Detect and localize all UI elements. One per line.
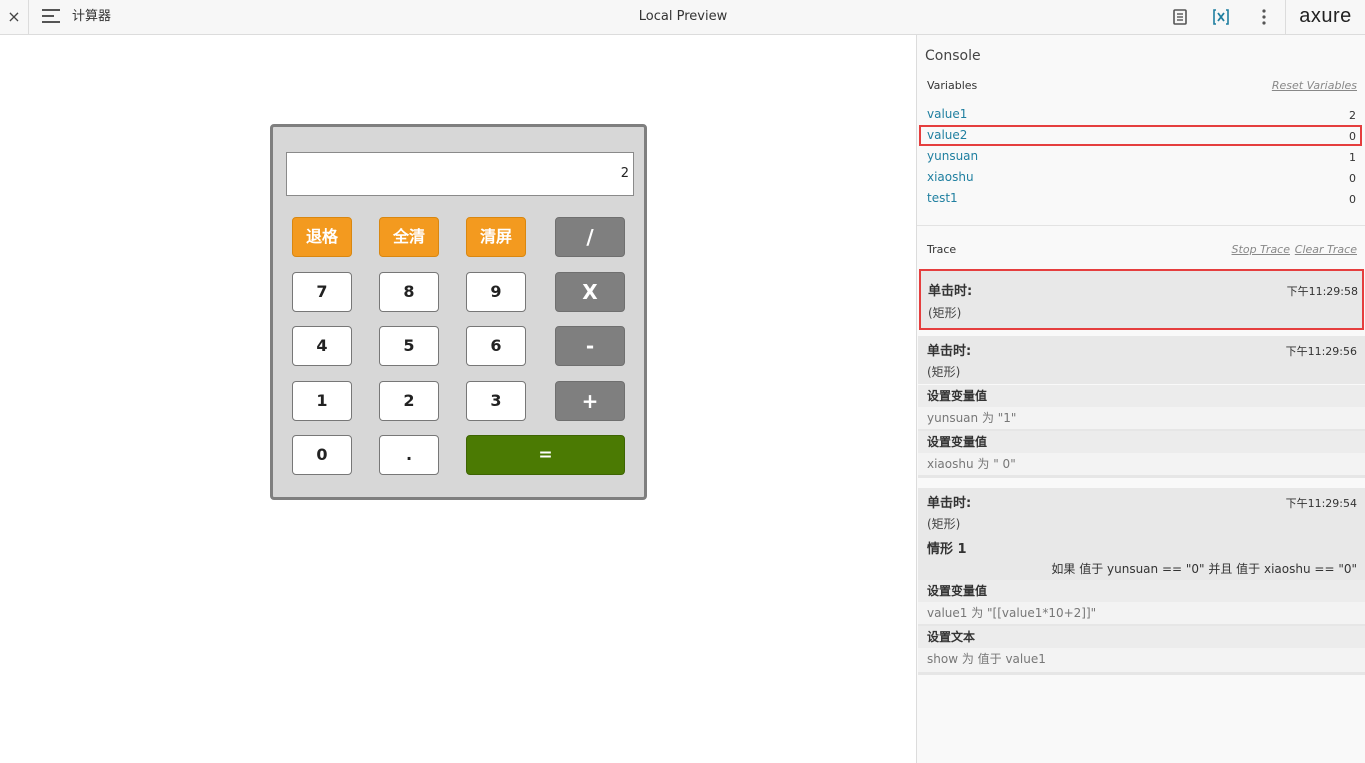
variable-row: value1 2	[919, 104, 1362, 125]
menu-icon[interactable]	[42, 9, 60, 25]
variables-label: Variables	[927, 79, 978, 92]
variable-value: 1	[1349, 151, 1356, 164]
divide-key[interactable]: /	[555, 217, 625, 257]
key-4[interactable]: 4	[292, 326, 352, 366]
more-icon[interactable]	[1254, 7, 1274, 27]
key-6[interactable]: 6	[466, 326, 526, 366]
trace-case: 情形 1	[927, 542, 967, 557]
variable-name: yunsuan	[927, 149, 979, 163]
variables-icon[interactable]	[1211, 7, 1231, 27]
calculator-display: 2	[286, 152, 634, 196]
notes-icon[interactable]	[1170, 7, 1190, 27]
trace-action-title: 设置变量值	[918, 385, 1365, 407]
trace-label: Trace	[927, 243, 957, 256]
page-name[interactable]: 计算器	[72, 0, 111, 34]
close-icon[interactable]: ×	[0, 0, 29, 34]
variable-name: test1	[927, 191, 958, 205]
key-0[interactable]: 0	[292, 435, 352, 475]
key-5[interactable]: 5	[379, 326, 439, 366]
preview-title: Local Preview	[638, 9, 728, 24]
reset-variables-link[interactable]: Reset Variables	[1272, 79, 1357, 92]
divider	[917, 225, 1365, 226]
trace-event: 单击时:	[927, 496, 972, 511]
variable-value: 0	[1349, 172, 1356, 185]
plus-key[interactable]: +	[555, 381, 625, 421]
trace-condition: 如果 值于 yunsuan == "0" 并且 值于 xiaoshu == "0…	[1051, 562, 1357, 576]
trace-action-title: 设置变量值	[918, 580, 1365, 602]
clear-trace-link[interactable]: Clear Trace	[1295, 243, 1357, 256]
stop-trace-link[interactable]: Stop Trace	[1232, 243, 1290, 256]
console-title: Console	[925, 48, 981, 64]
variable-value: 0	[1349, 193, 1356, 206]
key-9[interactable]: 9	[466, 272, 526, 312]
trace-action-title: 设置文本	[918, 626, 1365, 648]
clear-all-key[interactable]: 全清	[379, 217, 439, 257]
variable-row-highlighted: value2 0	[919, 125, 1362, 146]
trace-event: 单击时:	[928, 284, 973, 299]
multiply-key[interactable]: X	[555, 272, 625, 312]
top-bar: × 计算器 Local Preview axure	[0, 0, 1365, 35]
trace-event: 单击时:	[927, 344, 972, 359]
key-1[interactable]: 1	[292, 381, 352, 421]
variable-name: xiaoshu	[927, 170, 974, 184]
trace-target: (矩形)	[927, 517, 961, 531]
key-3[interactable]: 3	[466, 381, 526, 421]
trace-target: (矩形)	[928, 306, 962, 320]
trace-time: 下午11:29:54	[1285, 497, 1357, 510]
axure-logo: axure	[1285, 0, 1365, 34]
variable-row: xiaoshu 0	[919, 167, 1362, 188]
decimal-key[interactable]: .	[379, 435, 439, 475]
variable-name: value2	[927, 128, 968, 142]
variable-value: 0	[1349, 130, 1356, 143]
trace-action-detail: value1 为 "[[value1*10+2]]"	[918, 602, 1365, 627]
trace-action-detail: yunsuan 为 "1"	[918, 407, 1365, 432]
trace-target: (矩形)	[927, 365, 961, 379]
variable-row: test1 0	[919, 188, 1362, 209]
variable-name: value1	[927, 107, 968, 121]
equals-key[interactable]: =	[466, 435, 625, 475]
backspace-key[interactable]: 退格	[292, 217, 352, 257]
trace-time: 下午11:29:56	[1285, 345, 1357, 358]
trace-time: 下午11:29:58	[1286, 285, 1358, 298]
key-8[interactable]: 8	[379, 272, 439, 312]
minus-key[interactable]: -	[555, 326, 625, 366]
trace-entry: 单击时: 下午11:29:56 (矩形)	[918, 336, 1365, 384]
key-7[interactable]: 7	[292, 272, 352, 312]
trace-entry: 单击时: 下午11:29:54 (矩形) 情形 1 如果 值于 yunsuan …	[918, 488, 1365, 581]
console-panel: Console Variables Reset Variables value1…	[916, 35, 1365, 763]
variable-value: 2	[1349, 109, 1356, 122]
trace-entry-highlighted: 单击时: 下午11:29:58 (矩形)	[919, 269, 1364, 330]
key-2[interactable]: 2	[379, 381, 439, 421]
calculator: 2 退格 全清 清屏 / 7 8 9 X 4 5 6 - 1 2 3 + 0 .…	[270, 124, 647, 500]
variable-row: yunsuan 1	[919, 146, 1362, 167]
trace-action-detail: show 为 值于 value1	[918, 648, 1365, 675]
clear-screen-key[interactable]: 清屏	[466, 217, 526, 257]
trace-action-detail: xiaoshu 为 " 0"	[918, 453, 1365, 478]
trace-action-title: 设置变量值	[918, 431, 1365, 453]
